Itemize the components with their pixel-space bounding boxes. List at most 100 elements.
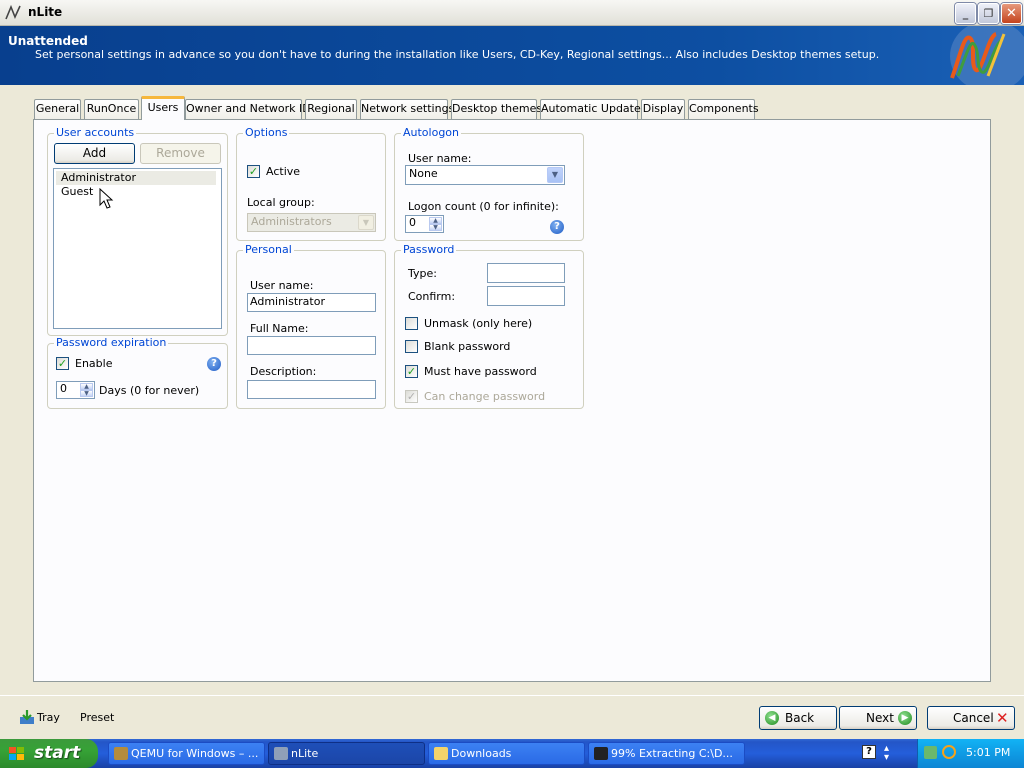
user-accounts-title: User accounts — [54, 126, 137, 139]
taskbar-item-qemu[interactable]: QEMU for Windows – ... — [108, 742, 265, 765]
logon-count-value: 0 — [409, 216, 416, 229]
help-icon[interactable]: ? — [207, 357, 221, 371]
logon-count-label: Logon count (0 for infinite): — [408, 200, 559, 213]
blank-password-checkbox[interactable] — [405, 340, 418, 353]
enable-expiration-label: Enable — [75, 357, 113, 370]
description-label: Description: — [250, 365, 317, 378]
help-icon[interactable]: ? — [550, 220, 564, 234]
password-confirm-field[interactable] — [487, 286, 565, 306]
tab-components[interactable]: Components — [688, 99, 759, 119]
password-expiration-group: Password expiration — [47, 336, 228, 409]
spin-down-icon[interactable]: ▼ — [429, 224, 442, 231]
mouse-cursor-icon — [99, 188, 114, 209]
7zip-icon — [594, 747, 608, 760]
days-label: Days (0 for never) — [99, 384, 200, 397]
search-icon[interactable] — [942, 745, 956, 759]
must-have-password-checkbox[interactable]: ✓ — [405, 365, 418, 378]
spin-up-icon[interactable]: ▲ — [80, 383, 93, 390]
network-icon[interactable] — [924, 746, 937, 759]
tab-owner-network-id[interactable]: Owner and Network ID — [185, 99, 311, 119]
next-button[interactable]: Next ▶ — [839, 706, 917, 730]
tab-general[interactable]: General — [34, 99, 81, 119]
autologon-user-select[interactable]: None ▼ — [405, 165, 565, 185]
enable-expiration-checkbox[interactable]: ✓ — [56, 357, 69, 370]
local-group-value: Administrators — [251, 215, 332, 228]
chevron-down-icon: ▼ — [358, 215, 374, 230]
next-arrow-icon: ▶ — [898, 711, 912, 725]
cancel-label: Cancel — [953, 711, 994, 725]
local-group-label: Local group: — [247, 196, 315, 209]
list-item-administrator[interactable]: Administrator — [56, 171, 216, 185]
user-accounts-list[interactable]: Administrator Guest — [53, 168, 222, 329]
unmask-label: Unmask (only here) — [424, 317, 533, 330]
taskbar-item-downloads[interactable]: Downloads — [428, 742, 585, 765]
nlite-icon — [274, 747, 288, 760]
user-name-label: User name: — [250, 279, 314, 292]
local-group-select[interactable]: Administrators ▼ — [247, 213, 376, 232]
password-confirm-label: Confirm: — [408, 290, 456, 303]
maximize-button[interactable]: ❐ — [978, 3, 999, 24]
spin-up-icon[interactable]: ▲ — [429, 217, 442, 224]
tab-runonce[interactable]: RunOnce — [84, 99, 139, 119]
must-have-password-label: Must have password — [424, 365, 537, 378]
password-type-field[interactable] — [487, 263, 565, 283]
page-description: Set personal settings in advance so you … — [35, 48, 880, 61]
active-label: Active — [266, 165, 301, 178]
add-user-button[interactable]: Add — [54, 143, 135, 164]
help-icon[interactable]: ? — [862, 745, 876, 759]
page-title: Unattended — [8, 34, 88, 48]
cancel-button[interactable]: Cancel ✕ — [927, 706, 1015, 730]
preset-link[interactable]: Preset — [80, 711, 114, 724]
title-bar[interactable] — [0, 0, 1024, 26]
list-item-guest[interactable]: Guest — [56, 185, 216, 199]
window-title: nLite — [28, 5, 63, 19]
qemu-icon — [114, 747, 128, 760]
can-change-password-label: Can change password — [424, 390, 546, 403]
tab-desktop-themes[interactable]: Desktop themes — [451, 99, 542, 119]
taskbar-item-label: 99% Extracting C:\D... — [611, 747, 733, 760]
taskbar-item-nlite[interactable]: nLite — [268, 742, 425, 765]
tray-link[interactable]: Tray — [37, 711, 60, 724]
chevron-down-icon: ▼ — [547, 167, 563, 183]
taskbar-item-label: QEMU for Windows – ... — [131, 747, 259, 760]
days-spinner[interactable]: 0 ▲ ▼ — [56, 381, 95, 399]
spin-down-icon[interactable]: ▼ — [80, 390, 93, 397]
autologon-user-value: None — [409, 167, 438, 180]
blank-password-label: Blank password — [424, 340, 511, 353]
tab-regional[interactable]: Regional — [305, 99, 357, 119]
logon-count-spinner[interactable]: 0 ▲ ▼ — [405, 215, 444, 233]
close-button[interactable]: ✕ — [1001, 3, 1022, 24]
password-expiration-title: Password expiration — [54, 336, 169, 349]
chevron-down-icon[interactable]: ▴ ▾ — [884, 744, 889, 763]
nlite-app-icon — [5, 4, 21, 20]
active-checkbox[interactable]: ✓ — [247, 165, 260, 178]
taskbar-item-label: nLite — [291, 747, 319, 760]
tray-icon — [20, 710, 34, 724]
folder-icon — [434, 747, 448, 760]
user-name-field[interactable]: Administrator — [247, 293, 376, 312]
close-icon: ✕ — [996, 709, 1009, 727]
tab-display[interactable]: Display — [641, 99, 685, 119]
clock[interactable]: 5:01 PM — [966, 746, 1010, 759]
remove-user-button[interactable]: Remove — [140, 143, 221, 164]
page-header: Unattended Set personal settings in adva… — [0, 26, 1024, 85]
unmask-checkbox[interactable] — [405, 317, 418, 330]
back-arrow-icon: ◀ — [765, 711, 779, 725]
back-button[interactable]: ◀ Back — [759, 706, 837, 730]
tab-automatic-updates[interactable]: Automatic Updates — [540, 99, 646, 119]
can-change-password-checkbox[interactable]: ✓ — [405, 390, 418, 403]
windows-logo-icon — [9, 747, 24, 760]
days-value: 0 — [60, 382, 67, 395]
description-field[interactable] — [247, 380, 376, 399]
tab-network-settings[interactable]: Network settings — [360, 99, 454, 119]
taskbar-item-7zip[interactable]: 99% Extracting C:\D... — [588, 742, 745, 765]
options-title: Options — [243, 126, 290, 139]
full-name-field[interactable] — [247, 336, 376, 355]
nlite-logo — [950, 26, 1024, 85]
taskbar-item-label: Downloads — [451, 747, 512, 760]
minimize-button[interactable]: _ — [955, 3, 976, 24]
autologon-title: Autologon — [401, 126, 462, 139]
tab-users[interactable]: Users — [141, 96, 185, 120]
back-label: Back — [785, 711, 815, 725]
personal-title: Personal — [243, 243, 294, 256]
